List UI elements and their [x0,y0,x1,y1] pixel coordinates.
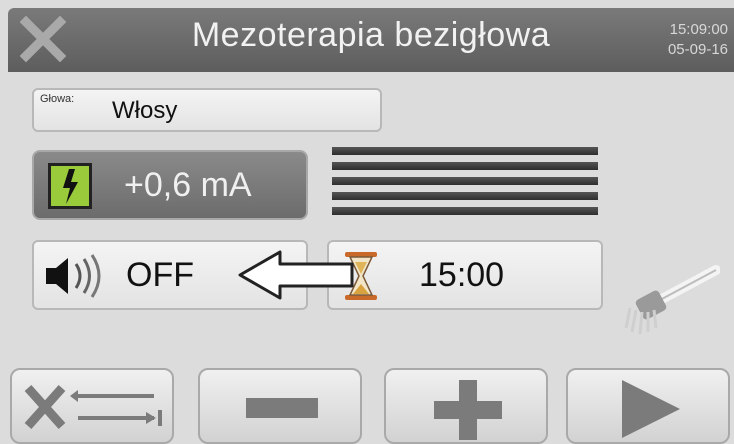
page-title: Mezoterapia bezigłowa [191,16,551,54]
cancel-swap-icon [24,384,162,430]
device-screen: Mezoterapia bezigłowa 15:09:00 05-09-16 … [0,0,734,444]
intensity-bar [332,147,598,155]
timer-button[interactable]: 15:00 [327,240,603,310]
sound-value: OFF [126,256,194,294]
datetime: 15:09:00 05-09-16 [668,20,728,60]
current-button[interactable]: +0,6 mA [32,150,308,220]
electrode-applicator-icon [624,265,720,335]
play-icon [622,380,680,438]
intensity-bar [332,177,598,185]
minus-icon [246,398,318,418]
head-area-label: Głowa: [40,93,75,105]
time: 15:09:00 [669,21,728,38]
header-bar: Mezoterapia bezigłowa 15:09:00 05-09-16 [8,8,734,72]
current-value: +0,6 mA [124,166,252,204]
timer-value: 15:00 [419,256,505,294]
intensity-bars [332,147,598,217]
arrow-left-icon [238,250,354,300]
lightning-icon [48,163,92,209]
speaker-icon [46,254,101,298]
head-area-value: Włosy [112,97,178,124]
play-button[interactable] [566,368,730,444]
minus-button[interactable] [198,368,362,444]
plus-button[interactable] [384,368,548,444]
cancel-swap-button[interactable] [10,368,174,444]
plus-icon [434,380,502,440]
date: 05-09-16 [667,41,728,58]
head-area-field[interactable]: Głowa: Włosy [32,88,382,132]
intensity-bar [332,207,598,215]
intensity-bar [332,192,598,200]
intensity-bar [332,162,598,170]
